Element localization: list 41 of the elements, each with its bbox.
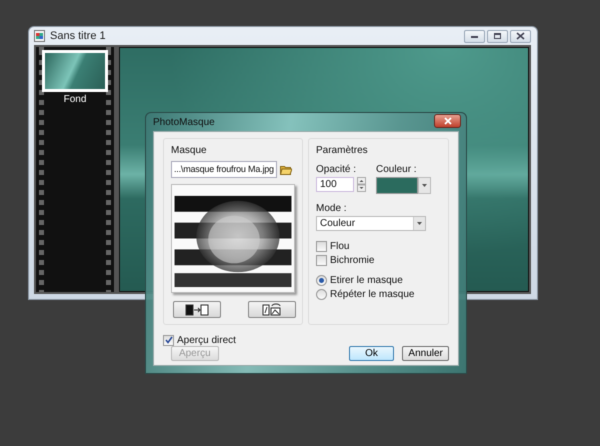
invert-button[interactable]	[173, 301, 221, 318]
radio-button[interactable]	[316, 274, 327, 286]
radio-button[interactable]	[316, 288, 327, 300]
minimize-button[interactable]	[464, 30, 485, 42]
radio-label[interactable]: Répéter le masque	[330, 288, 414, 300]
layer-thumbnail[interactable]	[42, 50, 108, 92]
layer-label[interactable]: Fond	[64, 94, 86, 105]
rotate-button[interactable]	[248, 301, 296, 318]
checkbox-label[interactable]: Aperçu direct	[177, 334, 236, 346]
color-swatch[interactable]	[376, 177, 418, 194]
app-icon	[34, 30, 45, 42]
close-icon	[442, 117, 452, 125]
checkbox[interactable]	[316, 254, 327, 266]
dialog-button[interactable]: Ok	[348, 346, 394, 361]
opacity-field[interactable]: 100	[316, 177, 354, 192]
dropdown-caret-icon	[417, 222, 422, 225]
maximize-button[interactable]	[487, 30, 508, 42]
spinner-icon[interactable]	[357, 177, 366, 192]
close-button[interactable]	[510, 30, 531, 42]
checkbox[interactable]	[316, 240, 327, 252]
dialog-title: PhotoMasque	[153, 116, 215, 128]
group-title: Paramètres	[316, 145, 369, 156]
maximize-icon	[491, 31, 504, 41]
close-button[interactable]	[434, 114, 461, 128]
swap-pages-icon	[185, 304, 209, 316]
rotate-image-icon	[262, 303, 282, 316]
opacity-label: Opacité :	[316, 164, 358, 175]
file-path-field[interactable]: ...\masque froufrou Ma.jpg	[171, 161, 277, 178]
folder-icon[interactable]	[280, 164, 292, 174]
dropdown-caret-icon[interactable]	[418, 177, 431, 194]
radio-label[interactable]: Etirer le masque	[330, 274, 403, 286]
close-icon	[514, 31, 527, 41]
mode-label: Mode :	[316, 203, 348, 214]
mode-dropdown[interactable]: Couleur	[316, 216, 426, 231]
checkbox[interactable]	[163, 334, 174, 346]
window-title: Sans titre 1	[50, 30, 107, 42]
group-title: Masque	[171, 145, 208, 156]
checkbox-label[interactable]: Bichromie	[330, 254, 374, 266]
checkbox-label[interactable]: Flou	[330, 240, 350, 252]
dialog-button[interactable]: Annuler	[402, 346, 449, 361]
color-label: Couleur :	[376, 164, 418, 175]
